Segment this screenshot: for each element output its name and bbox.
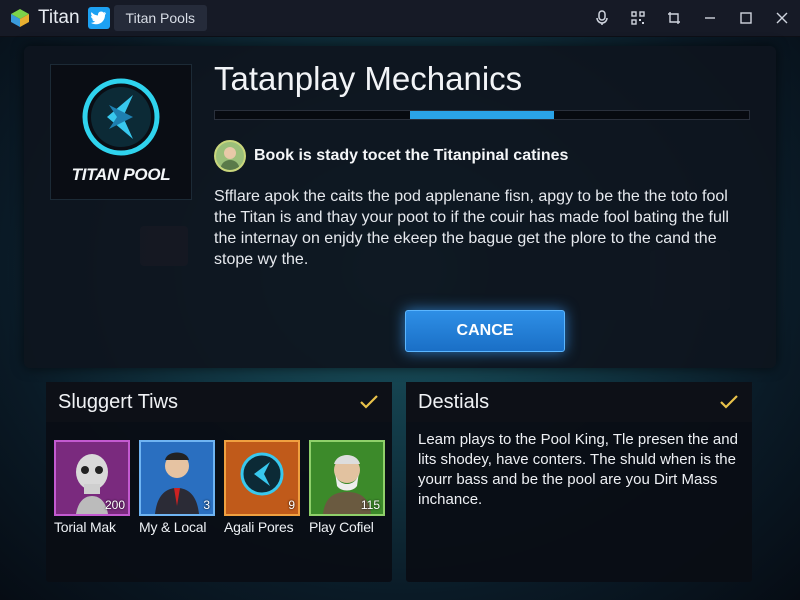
list-item[interactable]: 200 Torial Mak [54,440,130,535]
app-name: Titan [38,7,80,28]
tab-label: Titan Pools [125,10,196,26]
window-titlebar: Titan Titan Pools [0,0,800,37]
card-count: 200 [104,498,125,512]
details-text: Leam plays to the Pool King, Tle presen … [418,431,738,508]
restore-icon[interactable] [656,0,692,36]
avatar [214,140,246,172]
tab-titan-pools[interactable]: Titan Pools [113,5,208,31]
list-item[interactable]: 9 Agali Pores [224,440,300,535]
logo-text: TITAN POOL [71,165,171,184]
titan-pool-emblem-icon [82,78,160,156]
minimize-icon[interactable] [692,0,728,36]
list-item[interactable]: 3 My & Local [139,440,215,535]
panel-title: Sluggert Tiws [58,390,179,413]
card-count: 9 [288,498,295,512]
elder-portrait: 115 [309,440,385,516]
panel-title: Destials [418,390,490,413]
subtitle: Book is stady tocet the Titanpinal catin… [254,147,569,164]
cancel-button[interactable]: CANCE [405,310,565,352]
card-label: Agali Pores [224,519,294,535]
titan-emblem-card: 9 [224,440,300,516]
man-portrait: 3 [139,440,215,516]
card-label: Torial Mak [54,519,116,535]
mic-icon[interactable] [584,0,620,36]
titan-pool-logo: TITAN POOL [50,64,192,200]
qr-icon[interactable] [620,0,656,36]
twitter-icon[interactable] [87,7,110,29]
description-text: Sfflare apok the caits the pod applenane… [214,188,729,268]
list-item[interactable]: 115 Play Cofiel [309,440,385,535]
suggested-tips-panel: Sluggert Tiws 200 Torial Mak 3 My & Loca… [46,382,392,582]
check-icon[interactable] [360,395,378,409]
card-count: 3 [203,498,210,512]
close-icon[interactable] [764,0,800,36]
page-title: Tatanplay Mechanics [214,60,523,97]
check-icon[interactable] [720,395,738,409]
mechanics-dialog: TITAN POOL Tatanplay Mechanics Book is s… [24,46,776,368]
progress-fill [409,111,555,119]
maximize-icon[interactable] [728,0,764,36]
progress-bar [214,110,750,120]
details-panel: Destials Leam plays to the Pool King, Tl… [406,382,752,582]
card-count: 115 [360,498,380,512]
card-label: My & Local [139,519,207,535]
card-label: Play Cofiel [309,519,374,535]
skull-portrait: 200 [54,440,130,516]
app-logo-icon [10,8,30,28]
